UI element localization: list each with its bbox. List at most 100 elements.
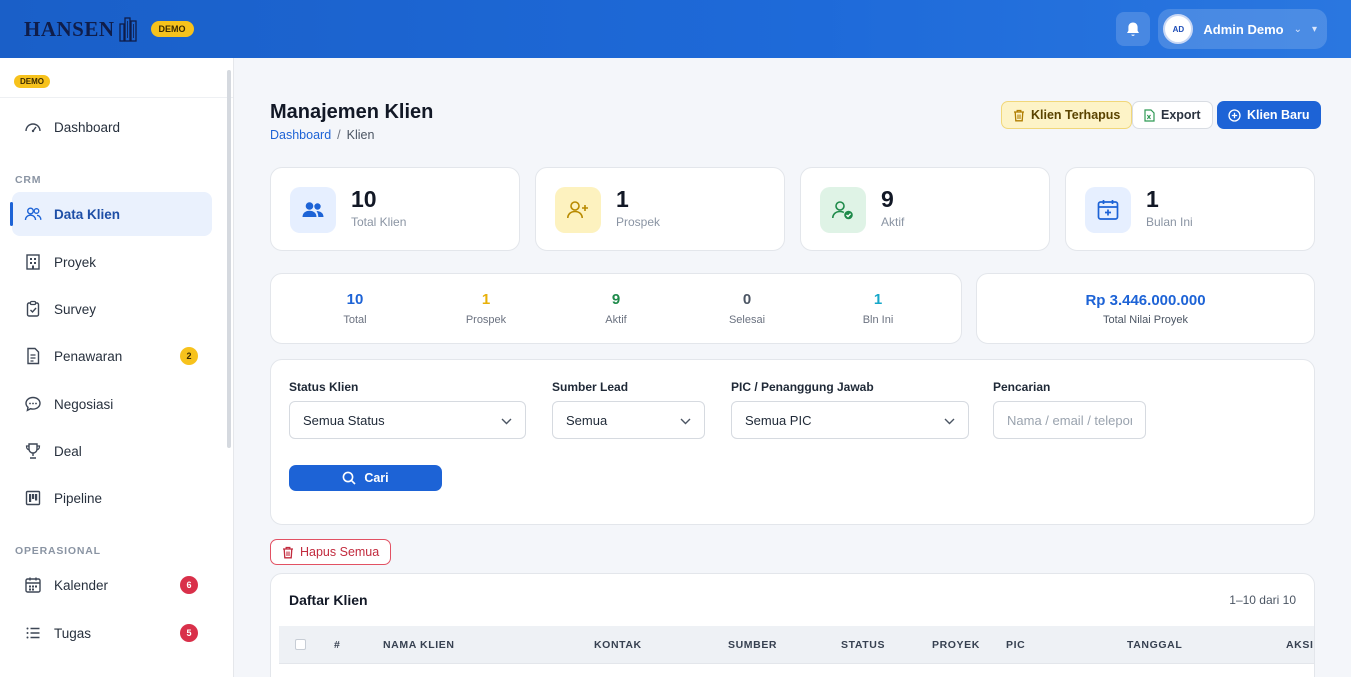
section-operasional: OPERASIONAL [15, 545, 101, 557]
gauge-icon [24, 118, 42, 136]
stat-label: Prospek [616, 215, 661, 229]
sidebar-item-pipeline[interactable]: Pipeline [12, 476, 212, 520]
trophy-icon [24, 442, 42, 460]
export-button[interactable]: Export [1132, 101, 1213, 129]
column-header-number: # [334, 639, 341, 651]
status-filter-select[interactable]: Semua Status [289, 401, 526, 439]
button-label: Export [1161, 108, 1201, 122]
list-icon [24, 624, 42, 642]
stat-value: 1 [616, 186, 629, 212]
breadcrumb-separator: / [337, 128, 341, 142]
chevron-down-icon [501, 413, 512, 428]
pic-filter-select[interactable]: Semua PIC [731, 401, 969, 439]
source-filter-select[interactable]: Semua [552, 401, 705, 439]
chevron-down-icon [680, 413, 691, 428]
search-icon [342, 471, 356, 485]
status-filter-label: Status Klien [289, 380, 359, 394]
sidebar-item-data-klien[interactable]: Data Klien [10, 192, 212, 236]
sidebar-item-kalender[interactable]: Kalender 6 [12, 563, 212, 607]
stat-value: 9 [881, 186, 894, 212]
count-badge: 6 [180, 576, 198, 594]
column-header-date[interactable]: TANGGAL [1127, 639, 1182, 651]
button-label: Hapus Semua [300, 545, 380, 559]
deleted-clients-button[interactable]: Klien Terhapus [1001, 101, 1133, 129]
source-filter-label: Sumber Lead [552, 380, 629, 394]
user-check-icon [820, 187, 866, 233]
summary-value: 1 [873, 291, 883, 308]
document-icon [24, 347, 42, 365]
users-icon [24, 205, 42, 223]
user-name: Admin Demo [1203, 21, 1284, 37]
demo-badge: DEMO [150, 21, 194, 37]
calendar-plus-icon [1085, 187, 1131, 233]
count-badge: 2 [180, 347, 198, 365]
users-icon [290, 187, 336, 233]
count-badge: 5 [180, 624, 198, 642]
sidebar-item-negosiasi[interactable]: Negosiasi [12, 382, 212, 426]
search-button[interactable]: Cari [289, 465, 442, 491]
sidebar-item-proyek[interactable]: Proyek [12, 240, 212, 284]
column-header-status: STATUS [841, 639, 886, 651]
breadcrumb-current: Klien [346, 128, 375, 142]
status-summary: 10 Total 1 Prospek 9 Aktif 0 Selesai 1 B… [270, 273, 962, 344]
stat-label: Aktif [881, 215, 905, 229]
sidebar-item-deal[interactable]: Deal [12, 429, 212, 473]
sidebar-item-tugas[interactable]: Tugas 5 [12, 611, 212, 655]
summary-value: 9 [611, 291, 621, 308]
button-label: Cari [364, 471, 389, 485]
section-crm: CRM [15, 174, 42, 186]
sidebar-item-label: Pipeline [54, 490, 103, 506]
stat-card-bulan-ini: 1 Bulan Ini [1065, 167, 1315, 251]
page-title: Manajemen Klien [270, 101, 434, 123]
table-count: 1–10 dari 10 [1229, 593, 1296, 607]
stat-value: 1 [1146, 186, 1159, 212]
sidebar-item-label: Tugas [54, 625, 92, 641]
sidebar-scrollbar[interactable] [227, 70, 231, 448]
caret-down-icon: ▾ [1311, 23, 1317, 35]
stat-value: 10 [351, 186, 377, 212]
total-project-value-card: Rp 3.446.000.000 Total Nilai Proyek [976, 273, 1315, 344]
sidebar-item-label: Penawaran [54, 348, 123, 364]
user-menu[interactable]: AD Admin Demo ⌄ ▾ [1158, 9, 1327, 49]
search-input[interactable] [993, 401, 1146, 439]
delete-all-button[interactable]: Hapus Semua [270, 539, 392, 565]
column-header-name[interactable]: NAMA KLIEN [383, 639, 455, 651]
sidebar: DEMO Dashboard CRM Data Klien Proyek Sur… [0, 58, 234, 677]
building-icon [24, 253, 42, 271]
button-label: Klien Baru [1247, 108, 1310, 122]
column-header-pic: PIC [1006, 639, 1026, 651]
breadcrumb: Dashboard / Klien [270, 128, 374, 142]
summary-total: 10 Total [295, 291, 415, 326]
sidebar-item-penawaran[interactable]: Penawaran 2 [12, 334, 212, 378]
building-logo-icon [118, 17, 137, 42]
stat-card-total: 10 Total Klien [270, 167, 520, 251]
trash-icon [283, 546, 293, 558]
filter-panel: Status Klien Semua Status Sumber Lead Se… [270, 359, 1315, 525]
summary-value: 10 [346, 291, 364, 308]
demo-badge: DEMO [14, 75, 50, 88]
excel-file-icon [1144, 108, 1155, 122]
bell-icon [1127, 22, 1140, 36]
table-header: # NAMA KLIEN KONTAK SUMBER STATUS PROYEK… [279, 626, 1314, 664]
user-plus-icon [555, 187, 601, 233]
logo-text: HANSEN [24, 16, 115, 41]
pic-filter-label: PIC / Penanggung Jawab [731, 380, 874, 394]
select-all-checkbox[interactable] [295, 639, 306, 650]
total-project-label: Total Nilai Proyek [1103, 314, 1188, 326]
breadcrumb-home-link[interactable]: Dashboard [270, 128, 331, 142]
notifications-button[interactable] [1116, 12, 1151, 46]
plus-circle-icon [1228, 108, 1241, 122]
sidebar-item-label: Dashboard [54, 119, 121, 135]
summary-label: Prospek [465, 314, 507, 326]
brand-logo[interactable]: HANSEN [24, 16, 137, 42]
sidebar-item-survey[interactable]: Survey [12, 287, 212, 331]
button-label: Klien Terhapus [1031, 108, 1121, 122]
sidebar-item-dashboard[interactable]: Dashboard [12, 105, 212, 149]
column-header-source: SUMBER [728, 639, 778, 651]
summary-aktif: 9 Aktif [556, 291, 676, 326]
total-project-value: Rp 3.446.000.000 [1085, 292, 1206, 309]
trash-icon [1014, 109, 1024, 121]
summary-selesai: 0 Selesai [687, 291, 807, 326]
new-client-button[interactable]: Klien Baru [1217, 101, 1321, 129]
avatar: AD [1163, 14, 1194, 44]
